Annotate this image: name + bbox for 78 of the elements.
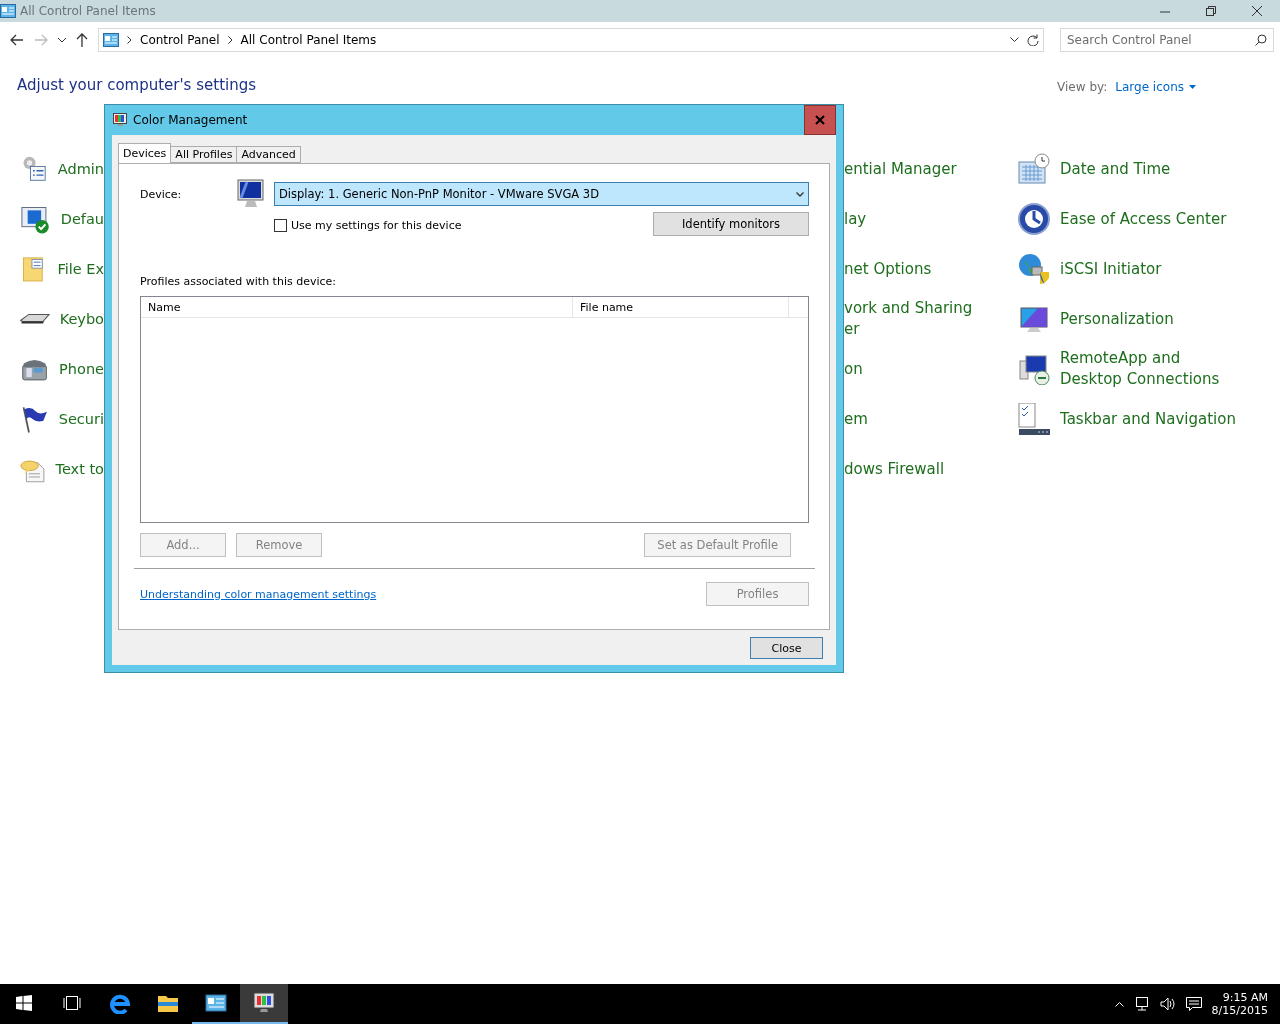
- close-icon: [1252, 6, 1262, 16]
- browser-icon: [109, 992, 131, 1014]
- control-panel-item[interactable]: Ease of Access Center: [1060, 208, 1227, 230]
- device-dropdown[interactable]: Display: 1. Generic Non-PnP Monitor - VMware SVGA 3D: [274, 182, 809, 206]
- color-monitor-icon: [253, 992, 275, 1014]
- control-panel-item[interactable]: Text to: [55, 458, 104, 480]
- search-icon: [1255, 34, 1267, 46]
- globe-shield-icon: [1018, 253, 1050, 285]
- control-panel-item[interactable]: dows Firewall: [844, 458, 945, 480]
- control-panel-item[interactable]: Phone: [59, 358, 104, 380]
- close-button[interactable]: [804, 105, 836, 135]
- control-panel-item[interactable]: em: [844, 408, 868, 430]
- accessibility-icon: [1018, 203, 1050, 235]
- windows-logo-icon: [16, 995, 32, 1011]
- control-panel-item[interactable]: Personalization: [1060, 308, 1174, 330]
- checkbox-label: Use my settings for this device: [291, 219, 462, 232]
- clock-date: 8/15/2015: [1211, 1004, 1268, 1017]
- notification-icon: [1185, 997, 1202, 1011]
- control-panel-item[interactable]: ential Manager: [844, 158, 957, 180]
- clock-time: 9:15 AM: [1222, 991, 1268, 1004]
- monitor-icon: [237, 179, 265, 209]
- keyboard-icon: [20, 313, 50, 325]
- control-panel-item[interactable]: Defau: [60, 208, 104, 230]
- tab[interactable]: All Profiles: [170, 146, 238, 163]
- speaker-icon: [1159, 997, 1176, 1011]
- restore-icon: [1206, 6, 1216, 16]
- close-icon: [815, 115, 825, 125]
- recent-locations-button[interactable]: [56, 35, 68, 45]
- breadcrumb[interactable]: All Control Panel Items: [240, 33, 377, 47]
- control-panel-item[interactable]: File Ex: [57, 258, 104, 280]
- taskbar-app[interactable]: [240, 984, 288, 1024]
- device-label: Device:: [140, 187, 183, 201]
- control-panel-item[interactable]: lay: [844, 208, 867, 230]
- control-panel-icon: [205, 994, 227, 1012]
- checkbox[interactable]: [274, 219, 287, 232]
- calendar-clock-icon: [1018, 153, 1050, 185]
- chevron-icon: [227, 36, 233, 44]
- refresh-icon: [1027, 34, 1039, 46]
- caret-down-icon: [1189, 85, 1196, 89]
- view-by-dropdown[interactable]: Large icons: [1115, 80, 1196, 94]
- dropdown-icon: [796, 191, 804, 197]
- column-header[interactable]: Name: [141, 297, 573, 317]
- remote-desktop-icon: [1018, 353, 1050, 385]
- control-panel-item[interactable]: Keybo: [59, 308, 104, 330]
- tab[interactable]: Advanced: [236, 146, 301, 163]
- control-panel-item[interactable]: iSCSI Initiator: [1060, 258, 1162, 280]
- control-panel-icon: [0, 4, 16, 18]
- breadcrumb[interactable]: Control Panel: [140, 33, 220, 47]
- column-header[interactable]: File name: [573, 297, 789, 317]
- control-panel-item[interactable]: net Options: [844, 258, 932, 280]
- up-button[interactable]: [74, 31, 90, 49]
- window-title: All Control Panel Items: [20, 4, 157, 18]
- control-panel-item[interactable]: vork and Sharing er: [844, 298, 973, 340]
- profiles-label: Profiles associated with this device:: [140, 275, 337, 288]
- close-dialog-button[interactable]: Close: [750, 637, 823, 659]
- search-field[interactable]: Search Control Panel: [1060, 28, 1274, 52]
- control-panel-item[interactable]: Taskbar and Navigation: [1060, 408, 1236, 430]
- back-button[interactable]: [8, 32, 26, 48]
- control-panel-icon: [103, 33, 119, 47]
- control-panel-item[interactable]: Securi: [58, 408, 104, 430]
- tab[interactable]: Devices: [118, 143, 172, 163]
- dropdown-icon: [1010, 37, 1019, 43]
- help-link[interactable]: Understanding color management settings: [140, 587, 377, 601]
- control-panel-item[interactable]: on: [844, 358, 863, 380]
- folder-icon: [157, 993, 179, 1013]
- chevron-icon: [127, 36, 132, 44]
- color-monitor-icon: [113, 113, 127, 127]
- dialog-title: Color Management: [133, 113, 249, 127]
- control-panel-item[interactable]: Admin: [57, 158, 104, 180]
- control-panel-item[interactable]: Date and Time: [1060, 158, 1171, 180]
- page-heading: Adjust your computer's settings: [17, 76, 258, 94]
- view-by-label: View by:: [1057, 80, 1108, 94]
- identify-monitors-button[interactable]: Identify monitors: [653, 212, 809, 236]
- taskbar-checklist-icon: [1018, 403, 1050, 435]
- task-view-icon: [63, 996, 81, 1010]
- control-panel-item[interactable]: RemoteApp and Desktop Connections: [1060, 348, 1240, 390]
- address-bar[interactable]: Control Panel All Control Panel Items: [98, 28, 1044, 52]
- caret-up-icon: [1114, 1001, 1124, 1007]
